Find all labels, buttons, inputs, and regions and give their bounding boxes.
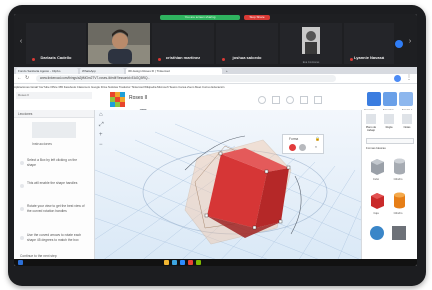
muted-mic-icon <box>32 58 35 61</box>
orange-cylinder-shape-thumbnail[interactable] <box>390 190 408 210</box>
shape-label: Cilindro <box>393 178 403 181</box>
muted-mic-icon <box>350 58 353 61</box>
shape-inspector[interactable]: Forma 🔒 ◐ <box>282 134 324 154</box>
shape-category-label: Formas básicas <box>366 146 386 150</box>
shape-label: Cubo <box>372 178 380 181</box>
step-marker <box>20 207 24 211</box>
participant-tile[interactable]: Lyannie Navasá <box>344 23 394 64</box>
screen-share-indicator[interactable]: You are screen sharing <box>160 15 240 20</box>
lesson-subheading: Instrucciones <box>32 142 52 146</box>
screen: You are screen sharing Stop Share ‹ Darl… <box>14 14 417 266</box>
participant-tile[interactable]: cristhian martinez <box>152 23 214 64</box>
zoom-share-banner: You are screen sharing Stop Share <box>14 14 417 22</box>
cylinder-shape-thumbnail[interactable] <box>390 156 408 176</box>
menu-dots-icon[interactable]: ⋮ <box>406 74 412 81</box>
lesson-step: Rotate your view to get the best view of… <box>27 204 85 213</box>
hole-swatch[interactable] <box>299 144 306 151</box>
tinkercad-logo[interactable] <box>110 92 125 107</box>
lesson-panel: Lecciones Instrucciones Select a Box by … <box>14 110 95 266</box>
address-bar[interactable]: www.tinkercad.com/things/a2jtMGm2TV7-ros… <box>36 75 336 82</box>
ruler-tool-label[interactable]: Regla <box>381 126 397 129</box>
participant-name: cristhian martinez <box>165 55 201 60</box>
step-marker <box>20 161 24 165</box>
chrome-icon[interactable] <box>188 260 193 265</box>
participant-video-image <box>88 23 150 64</box>
chevron-left-icon[interactable]: ‹ <box>17 38 25 46</box>
browser-toolbar: ← ↻ www.tinkercad.com/things/a2jtMGm2TV7… <box>14 74 417 84</box>
app-icon[interactable] <box>196 260 201 265</box>
participant-status-icon[interactable] <box>395 40 403 48</box>
shapes-panel: Plano de trabajo Regla Notas Formas bási… <box>361 110 417 266</box>
bricks-view-icon[interactable] <box>399 92 413 106</box>
group-icon[interactable] <box>272 96 280 104</box>
step-marker <box>20 184 24 188</box>
lightbulb-icon[interactable] <box>258 96 266 104</box>
participant-tile[interactable]: joshua salcedo <box>216 23 278 64</box>
participant-name: Darlazis Cadello <box>40 55 72 60</box>
participant-name: joshua salcedo <box>232 55 262 60</box>
start-icon[interactable] <box>18 260 23 265</box>
shape-label: Cilindro <box>393 212 403 215</box>
lesson-step: This will enable the shape handles <box>27 181 78 185</box>
os-taskbar <box>14 259 417 266</box>
folder-icon[interactable] <box>164 260 169 265</box>
light-icon[interactable]: ◐ <box>315 144 317 149</box>
participant-tile[interactable]: Darlazis Cadello <box>26 23 86 64</box>
shape-label: Caja <box>373 212 379 215</box>
reload-icon[interactable]: ↻ <box>25 75 29 81</box>
stop-share-button[interactable]: Stop Share <box>244 15 270 20</box>
align-icon[interactable] <box>286 96 294 104</box>
zoom-meeting-bar: You are screen sharing Stop Share ‹ Darl… <box>14 14 417 67</box>
solid-color-swatch[interactable] <box>289 144 296 151</box>
participant-photo-tile[interactable]: Eva Contreras <box>280 23 342 64</box>
box-shape-thumbnail[interactable] <box>368 190 386 210</box>
muted-mic-icon <box>222 58 225 61</box>
notes-tool-label[interactable]: Notas <box>399 126 415 129</box>
muted-mic-icon <box>158 58 161 61</box>
participant-caption: Eva Contreras <box>302 61 320 64</box>
lock-icon[interactable]: 🔒 <box>315 136 320 141</box>
participant-photo <box>280 23 342 64</box>
fit-view-icon[interactable]: ⤢ <box>99 122 104 129</box>
home-view-icon[interactable]: ⌂ <box>99 112 103 118</box>
scribble-shape-thumbnail[interactable] <box>392 226 406 240</box>
blocks-view-icon[interactable] <box>383 92 397 106</box>
zoom-app-icon[interactable] <box>180 260 185 265</box>
design-title[interactable]: Roses II <box>129 95 147 101</box>
mirror-icon[interactable] <box>300 96 308 104</box>
browser-tab-strip: Fondo Sanitaria Agosto - Clipbo WhatsApp… <box>14 67 417 74</box>
lesson-step: Use the curved arrows to rotate each sha… <box>27 233 82 242</box>
lesson-image <box>32 122 76 138</box>
lesson-panel-header: Lecciones <box>14 110 94 118</box>
zoom-in-icon[interactable]: + <box>99 132 103 138</box>
ruler-tool-icon[interactable] <box>384 114 394 124</box>
edge-icon[interactable] <box>172 260 177 265</box>
lesson-step: Continue to the next step <box>20 254 57 258</box>
sphere-shape-thumbnail[interactable] <box>370 226 384 240</box>
chevron-right-icon[interactable]: › <box>406 38 414 46</box>
design-view-icon[interactable] <box>367 92 381 106</box>
tinkercad-topbar: Roses II Roses II ⧉ ▣ 🗑 ↶ ↷ Importar Exp… <box>14 90 417 118</box>
back-arrow-icon[interactable]: ← <box>17 75 22 81</box>
step-marker <box>20 236 24 240</box>
ungroup-icon[interactable] <box>314 96 322 104</box>
zoom-out-icon[interactable]: − <box>99 142 103 148</box>
workplane-tool-label[interactable]: Plano de trabajo <box>363 126 379 132</box>
participant-video-tile[interactable] <box>88 23 150 64</box>
shape-library-select[interactable] <box>366 138 414 144</box>
inspector-title: Forma <box>289 137 299 141</box>
workplane-tool-icon[interactable] <box>366 114 376 124</box>
cube-shape-thumbnail[interactable] <box>368 156 386 176</box>
lesson-step: Select a Box by left clicking on the sha… <box>27 158 78 167</box>
lesson-title-field: Roses II <box>16 92 92 99</box>
profile-avatar[interactable] <box>394 75 401 82</box>
notes-tool-icon[interactable] <box>402 114 412 124</box>
